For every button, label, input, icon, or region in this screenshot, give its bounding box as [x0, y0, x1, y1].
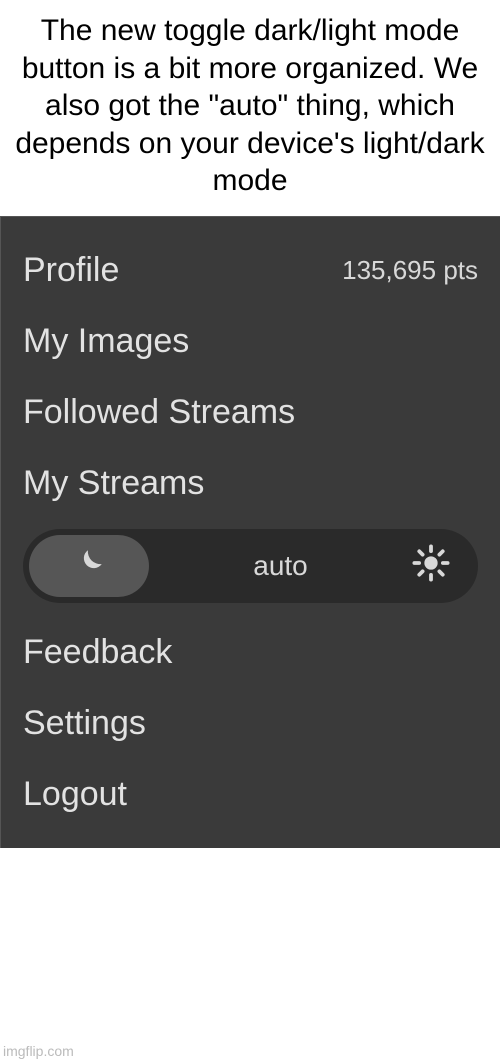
- points-value: 135,695 pts: [342, 255, 478, 286]
- menu-row-settings[interactable]: Settings: [23, 688, 478, 759]
- theme-toggle[interactable]: auto: [23, 529, 478, 603]
- menu-item-settings: Settings: [23, 704, 146, 743]
- menu-row-feedback[interactable]: Feedback: [23, 617, 478, 688]
- sun-icon: [412, 544, 450, 587]
- watermark: imgflip.com: [0, 1042, 77, 1060]
- menu-item-profile: Profile: [23, 251, 119, 290]
- moon-icon: [72, 546, 106, 585]
- menu-row-profile[interactable]: Profile 135,695 pts: [23, 235, 478, 306]
- theme-option-light[interactable]: [412, 544, 450, 587]
- menu-item-followed-streams: Followed Streams: [23, 393, 295, 432]
- menu-row-logout[interactable]: Logout: [23, 759, 478, 830]
- menu-item-feedback: Feedback: [23, 633, 172, 672]
- menu-item-my-images: My Images: [23, 322, 189, 361]
- menu-row-my-streams[interactable]: My Streams: [23, 448, 478, 519]
- menu-row-followed-streams[interactable]: Followed Streams: [23, 377, 478, 448]
- theme-option-dark[interactable]: [29, 535, 149, 597]
- caption-text: The new toggle dark/light mode button is…: [0, 0, 500, 216]
- menu-row-my-images[interactable]: My Images: [23, 306, 478, 377]
- theme-option-auto[interactable]: auto: [149, 550, 412, 582]
- bottom-whitespace: imgflip.com: [0, 848, 500, 1060]
- menu-item-logout: Logout: [23, 775, 127, 814]
- user-menu-panel: Profile 135,695 pts My Images Followed S…: [0, 216, 500, 848]
- menu-item-my-streams: My Streams: [23, 464, 204, 503]
